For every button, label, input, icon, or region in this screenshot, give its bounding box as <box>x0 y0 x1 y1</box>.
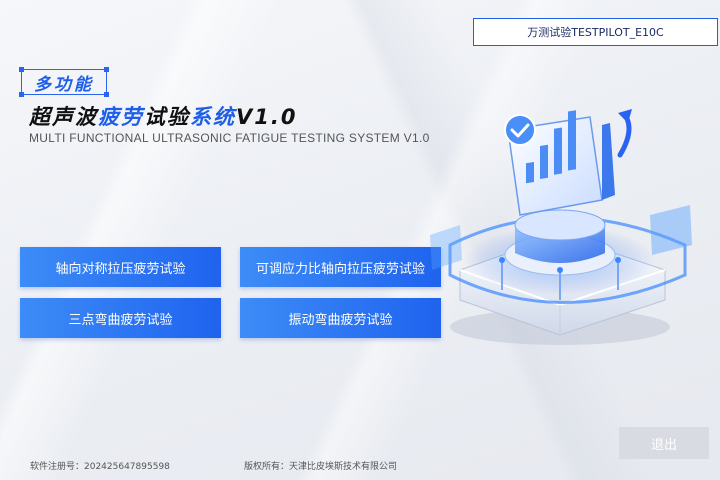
platform-illustration <box>430 109 692 345</box>
three-point-bending-test-button[interactable]: 三点弯曲疲劳试验 <box>20 298 221 338</box>
adjustable-stress-ratio-test-button[interactable]: 可调应力比轴向拉压疲劳试验 <box>240 247 441 287</box>
tag-corner-marker <box>104 92 109 97</box>
tag-corner-marker <box>19 67 24 72</box>
title-part-version: V1.0 <box>236 105 298 129</box>
title-part-test: 试验 <box>144 105 190 129</box>
software-registration-number: 软件注册号：202425647895598 <box>30 462 170 472</box>
device-badge-text: 万测试验TESTPILOT_E10C <box>527 26 664 39</box>
checkmark-icon <box>504 114 536 146</box>
title-part-system: 系统 <box>190 105 236 129</box>
vibration-bending-test-button[interactable]: 振动弯曲疲劳试验 <box>240 298 441 338</box>
device-badge: 万测试验TESTPILOT_E10C <box>473 18 718 46</box>
title-part-ultrasonic: 超声波 <box>29 105 98 129</box>
tag-corner-marker <box>19 92 24 97</box>
title-part-fatigue: 疲劳 <box>98 105 144 129</box>
tag-corner-marker <box>104 67 109 72</box>
axial-symmetric-fatigue-test-button[interactable]: 轴向对称拉压疲劳试验 <box>20 247 221 287</box>
multifunction-tag: 多功能 <box>19 67 109 97</box>
page-subtitle: MULTI FUNCTIONAL ULTRASONIC FATIGUE TEST… <box>29 131 430 145</box>
page-title: 超声波疲劳试验系统V1.0 <box>29 101 297 131</box>
tag-text: 多功能 <box>34 74 94 95</box>
exit-button[interactable]: 退出 <box>619 427 709 459</box>
copyright-text: 版权所有：天津比皮埃斯技术有限公司 <box>244 462 398 472</box>
